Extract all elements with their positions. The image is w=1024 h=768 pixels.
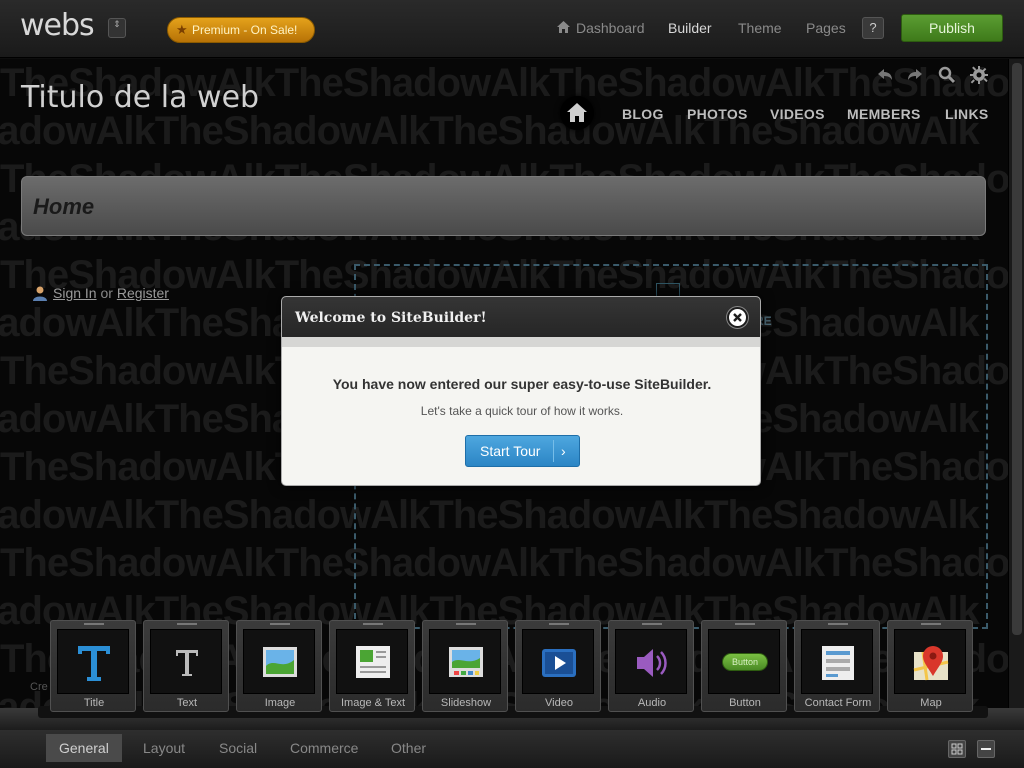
widget-label: Contact Form	[804, 697, 872, 709]
page-scrollbar[interactable]	[1008, 59, 1024, 709]
button-icon: Button	[722, 653, 768, 671]
drag-handle[interactable]	[456, 623, 476, 625]
widget-label: Text	[176, 697, 198, 709]
register-link[interactable]: Register	[117, 285, 169, 301]
home-icon	[567, 103, 587, 122]
webs-logo[interactable]: webs	[20, 8, 95, 43]
undo-icon[interactable]	[876, 65, 894, 85]
contact-form-icon	[822, 646, 854, 680]
tab-social[interactable]: Social	[206, 734, 270, 762]
title-icon	[78, 646, 110, 681]
widget-label: Map	[920, 697, 942, 709]
or-text: or	[100, 285, 113, 301]
user-icon	[33, 286, 47, 301]
redo-icon[interactable]	[906, 65, 924, 85]
drag-handle[interactable]	[735, 623, 755, 625]
search-icon[interactable]	[938, 65, 956, 85]
dialog-subtext: Let's take a quick tour of how it works.	[420, 404, 624, 418]
drag-handle[interactable]	[84, 623, 104, 625]
audio-icon	[637, 649, 667, 677]
site-nav-photos[interactable]: PHOTOS	[687, 106, 748, 122]
image-icon	[263, 647, 297, 677]
dialog-header: Welcome to SiteBuilder!	[282, 297, 760, 337]
widget-title[interactable]: Title	[50, 620, 136, 712]
widget-label: Audio	[637, 697, 667, 709]
nav-dashboard[interactable]: Dashboard	[576, 20, 645, 36]
tab-commerce[interactable]: Commerce	[277, 734, 371, 762]
site-nav-members[interactable]: MEMBERS	[847, 106, 921, 122]
text-icon	[176, 650, 198, 676]
scrollbar-thumb[interactable]	[1012, 63, 1022, 635]
widget-slideshow[interactable]: Slideshow	[422, 620, 508, 712]
premium-sale-button[interactable]: ★ Premium - On Sale!	[167, 17, 315, 43]
gear-icon[interactable]	[969, 65, 989, 85]
widget-audio[interactable]: Audio	[608, 620, 694, 712]
widget-label: Title	[83, 697, 105, 709]
start-tour-button[interactable]: Start Tour ›	[465, 435, 580, 467]
button-icon-text: Button	[731, 657, 759, 667]
widget-text[interactable]: Text	[143, 620, 229, 712]
map-icon	[913, 646, 949, 681]
widget-tray: Title Text Image Image & Text Slideshow …	[0, 620, 1024, 730]
dialog-divider	[282, 337, 760, 347]
widget-video[interactable]: Video	[515, 620, 601, 712]
tab-layout[interactable]: Layout	[130, 734, 198, 762]
drag-handle[interactable]	[363, 623, 383, 625]
widget-label: Image & Text	[341, 697, 405, 709]
widget-label: Image	[264, 697, 296, 709]
drag-handle[interactable]	[642, 623, 662, 625]
widget-map[interactable]: Map	[887, 620, 973, 712]
sign-in-link[interactable]: Sign In	[53, 285, 97, 301]
dashboard-home-icon	[557, 21, 570, 33]
page-heading-banner[interactable]: Home	[21, 176, 986, 236]
site-nav-videos[interactable]: VIDEOS	[770, 106, 825, 122]
start-tour-label: Start Tour	[480, 443, 541, 459]
publish-button[interactable]: Publish	[901, 14, 1003, 42]
nav-theme[interactable]: Theme	[738, 20, 782, 36]
site-home-link[interactable]	[560, 96, 594, 130]
minus-icon	[981, 748, 991, 750]
dialog-heading: You have now entered our super easy-to-u…	[332, 376, 712, 392]
slideshow-icon	[449, 647, 483, 677]
star-icon: ★	[176, 22, 188, 37]
site-switcher-button[interactable]: ⇕	[108, 18, 126, 38]
video-icon	[542, 649, 576, 677]
drag-handle[interactable]	[177, 623, 197, 625]
top-bar: webs ⇕ ★ Premium - On Sale! Dashboard Bu…	[0, 0, 1024, 58]
welcome-dialog: Welcome to SiteBuilder! You have now ent…	[281, 296, 761, 486]
widget-category-bar: General Layout Social Commerce Other	[0, 730, 1024, 768]
tab-general[interactable]: General	[46, 734, 122, 762]
image-text-icon	[356, 646, 390, 678]
dialog-title: Welcome to SiteBuilder!	[295, 310, 487, 326]
drag-handle[interactable]	[828, 623, 848, 625]
nav-builder[interactable]: Builder	[668, 20, 712, 36]
close-button[interactable]	[727, 307, 748, 328]
site-nav-blog[interactable]: BLOG	[622, 106, 664, 122]
drag-handle[interactable]	[921, 623, 941, 625]
collapse-tray-button[interactable]	[977, 740, 995, 758]
close-icon	[733, 313, 742, 322]
widget-label: Video	[545, 697, 573, 709]
widget-label: Slideshow	[440, 697, 492, 709]
premium-label: Premium - On Sale!	[192, 23, 298, 37]
nav-pages[interactable]: Pages	[806, 20, 846, 36]
signin-line: Sign In or Register	[53, 285, 169, 301]
button-separator	[553, 440, 554, 462]
site-title[interactable]: Titulo de la web	[21, 80, 259, 115]
page-heading: Home	[33, 194, 95, 219]
widget-button[interactable]: Button Button	[701, 620, 787, 712]
widget-contact-form[interactable]: Contact Form	[794, 620, 880, 712]
chevron-right-icon: ›	[561, 443, 566, 459]
widget-label: Button	[729, 697, 761, 709]
drag-handle[interactable]	[270, 623, 290, 625]
widget-image-text[interactable]: Image & Text	[329, 620, 415, 712]
site-nav-links[interactable]: LINKS	[945, 106, 989, 122]
help-button[interactable]: ?	[862, 17, 884, 39]
grid-view-button[interactable]	[948, 740, 966, 758]
drag-handle[interactable]	[549, 623, 569, 625]
tab-other[interactable]: Other	[378, 734, 439, 762]
widget-image[interactable]: Image	[236, 620, 322, 712]
grid-icon	[951, 743, 963, 755]
